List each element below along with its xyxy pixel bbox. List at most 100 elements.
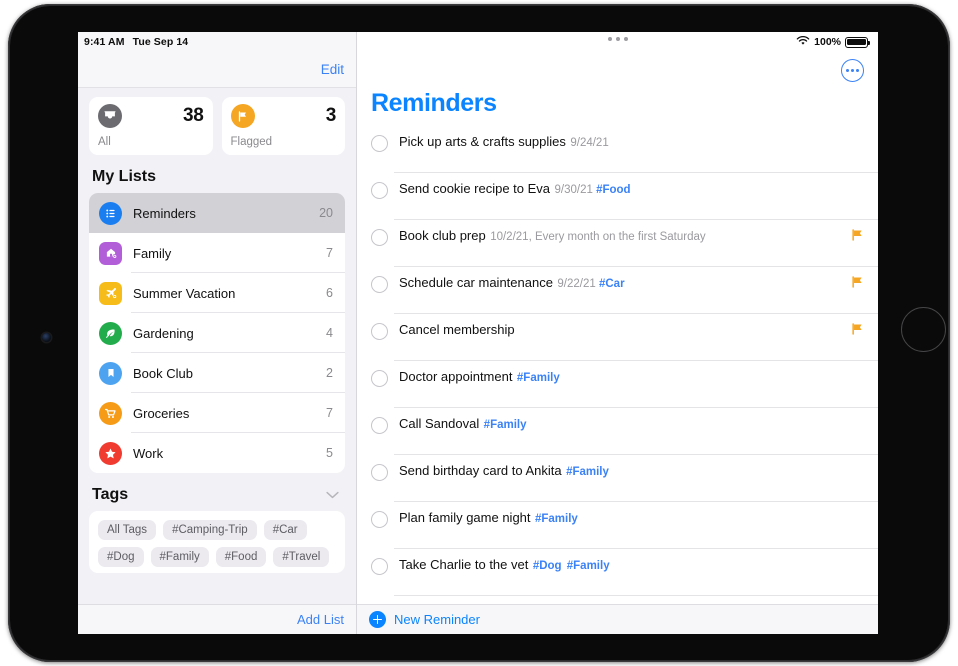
reminder-date: 10/2/21 xyxy=(490,231,529,243)
smart-list-all[interactable]: 38 All xyxy=(89,97,213,155)
bulleted-list-icon xyxy=(99,201,122,225)
reminder-checkbox[interactable] xyxy=(371,229,388,246)
tag-chip-food[interactable]: #Food xyxy=(215,547,267,567)
add-list-button[interactable]: Add List xyxy=(297,612,344,627)
reminder-subtitle: #Family xyxy=(484,419,527,431)
status-bar-indicators: 100% xyxy=(796,35,871,49)
sidebar-item-summer-vacation-count: 6 xyxy=(326,286,333,300)
battery-full-icon xyxy=(845,36,871,48)
sidebar-item-family-count: 7 xyxy=(326,246,333,260)
tag-chip-car[interactable]: #Car xyxy=(263,520,307,540)
smart-list-all-count: 38 xyxy=(182,105,204,126)
star-icon xyxy=(99,441,122,465)
sidebar-item-summer-vacation-label: Summer Vacation xyxy=(133,285,236,301)
sidebar-item-summer-vacation[interactable]: Summer Vacation 6 xyxy=(89,273,345,313)
tag-chip-travel[interactable]: #Travel xyxy=(273,547,330,567)
table-row[interactable]: Book club prep 10/2/21, Every month on t… xyxy=(357,220,878,267)
status-bar-date: Tue Sep 14 xyxy=(132,36,189,48)
reminder-checkbox[interactable] xyxy=(371,417,388,434)
reminder-title: Send birthday card to Ankita xyxy=(399,463,562,478)
smart-list-flagged-count: 3 xyxy=(325,105,337,126)
ipad-screen: 9:41 AM Tue Sep 14 Edit 38 All 3 Flagged… xyxy=(78,32,878,634)
tag-chip-camping-trip[interactable]: #Camping-Trip xyxy=(163,520,257,540)
sidebar-item-reminders-label: Reminders xyxy=(133,205,196,221)
edit-button[interactable]: Edit xyxy=(321,62,344,77)
reminder-checkbox[interactable] xyxy=(371,135,388,152)
reminder-checkbox[interactable] xyxy=(371,464,388,481)
reminder-checkbox[interactable] xyxy=(371,276,388,293)
reminder-tag[interactable]: #Family xyxy=(535,513,578,525)
reminder-tag[interactable]: #Family xyxy=(517,372,560,384)
reminder-checkbox[interactable] xyxy=(371,558,388,575)
tag-chip-family[interactable]: #Family xyxy=(150,547,209,567)
status-bar-right: 100% xyxy=(357,32,878,52)
reminder-tag[interactable]: #Dog xyxy=(533,560,562,572)
reminder-title: Plan family game night xyxy=(399,510,531,525)
leaf-icon xyxy=(99,321,122,345)
reminder-checkbox[interactable] xyxy=(371,182,388,199)
reminder-title: Cancel membership xyxy=(399,322,515,337)
reminder-subtitle: 9/24/21 xyxy=(570,137,608,149)
reminder-date: 9/22/21 xyxy=(557,278,596,290)
table-row[interactable]: Schedule car maintenance 9/22/21 #Car xyxy=(357,267,878,314)
reminder-body: Call Sandoval #Family xyxy=(399,415,864,433)
reminder-tag[interactable]: #Car xyxy=(599,278,625,290)
chevron-down-icon[interactable] xyxy=(326,486,339,504)
sidebar-item-gardening[interactable]: Gardening 4 xyxy=(89,313,345,353)
table-row[interactable]: Doctor appointment #Family xyxy=(357,361,878,408)
table-row[interactable]: Send birthday card to Ankita #Family xyxy=(357,455,878,502)
smart-list-flagged-label: Flagged xyxy=(230,136,273,148)
sidebar-item-book-club-count: 2 xyxy=(326,366,333,380)
smart-lists-row: 38 All 3 Flagged xyxy=(89,97,345,155)
flag-icon[interactable] xyxy=(850,275,864,294)
table-row[interactable]: Take Charlie to the vet #Dog #Family xyxy=(357,549,878,596)
sidebar-item-groceries[interactable]: Groceries 7 xyxy=(89,393,345,433)
multitasking-handle-icon[interactable] xyxy=(607,37,628,41)
smart-list-flagged[interactable]: 3 Flagged xyxy=(221,97,345,155)
sidebar-item-gardening-count: 4 xyxy=(326,326,333,340)
reminder-tag[interactable]: #Food xyxy=(596,184,631,196)
new-reminder-button[interactable]: New Reminder xyxy=(357,604,878,634)
table-row[interactable]: Cancel membership xyxy=(357,314,878,361)
table-row[interactable]: Send cookie recipe to Eva 9/30/21 #Food xyxy=(357,173,878,220)
reminder-title: Pick up arts & crafts supplies xyxy=(399,134,566,149)
table-row[interactable]: Pick up arts & crafts supplies 9/24/21 xyxy=(357,126,878,173)
sidebar-item-family[interactable]: Family 7 xyxy=(89,233,345,273)
front-camera-icon xyxy=(42,333,51,342)
tag-chip-dog[interactable]: #Dog xyxy=(98,547,144,567)
sidebar-item-reminders[interactable]: Reminders 20 xyxy=(89,193,345,233)
flag-icon[interactable] xyxy=(850,322,864,341)
my-lists-group: Reminders 20 Family 7 Summer Vacation 6 … xyxy=(89,193,345,473)
sidebar-toolbar: Edit xyxy=(78,52,356,88)
reminder-checkbox[interactable] xyxy=(371,370,388,387)
reminder-tag[interactable]: #Family xyxy=(567,560,610,572)
tags-heading: Tags xyxy=(92,486,345,504)
sidebar-item-book-club[interactable]: Book Club 2 xyxy=(89,353,345,393)
sidebar-item-work[interactable]: Work 5 xyxy=(89,433,345,473)
reminder-date: 9/30/21 xyxy=(554,184,593,196)
table-row[interactable]: Plan family game night #Family xyxy=(357,502,878,549)
reminder-checkbox[interactable] xyxy=(371,323,388,340)
sidebar-scroll-area[interactable]: 38 All 3 Flagged My Lists Reminders 20 F… xyxy=(78,88,356,634)
tag-chip-all-tags[interactable]: All Tags xyxy=(98,520,157,540)
reminder-body: Pick up arts & crafts supplies 9/24/21 xyxy=(399,133,864,151)
reminder-tag[interactable]: #Family xyxy=(484,419,527,431)
reminder-checkbox[interactable] xyxy=(371,511,388,528)
page-title: Reminders xyxy=(371,89,497,117)
battery-percent-label: 100% xyxy=(814,36,841,48)
reminder-body: Take Charlie to the vet #Dog #Family xyxy=(399,556,864,574)
reminder-tag[interactable]: #Family xyxy=(566,466,609,478)
reminder-body: Doctor appointment #Family xyxy=(399,368,864,386)
ellipsis-circle-icon[interactable] xyxy=(841,58,864,82)
reminder-title: Call Sandoval xyxy=(399,416,480,431)
inbox-tray-icon xyxy=(98,104,122,128)
detail-pane: 100% Reminders Pick up arts & crafts sup… xyxy=(357,32,878,634)
smart-list-flagged-top: 3 xyxy=(230,104,337,128)
table-row[interactable] xyxy=(357,596,878,604)
reminders-list[interactable]: Pick up arts & crafts supplies 9/24/21 S… xyxy=(357,126,878,604)
tags-group: All Tags #Camping-Trip #Car #Dog #Family… xyxy=(89,511,345,573)
flag-icon[interactable] xyxy=(850,228,864,247)
sidebar-bottom-bar: Add List xyxy=(78,604,356,634)
table-row[interactable]: Call Sandoval #Family xyxy=(357,408,878,455)
reminder-body: Plan family game night #Family xyxy=(399,509,864,527)
